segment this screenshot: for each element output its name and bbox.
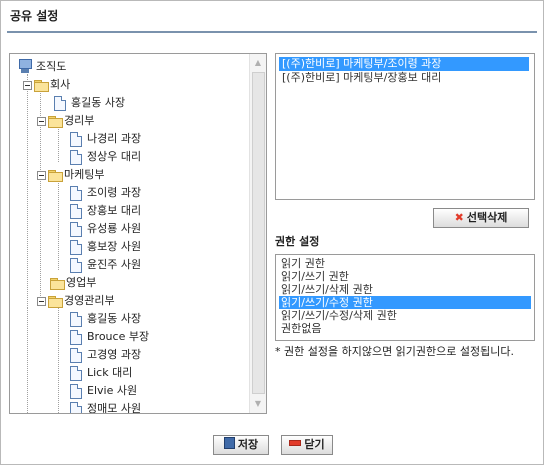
user-page-icon: [54, 96, 66, 111]
tree-line: [58, 306, 59, 413]
collapse-icon[interactable]: [37, 117, 46, 126]
collapse-icon[interactable]: [37, 297, 46, 306]
tree-item-label: 조이령 과장: [87, 186, 142, 199]
permission-option[interactable]: 권한없음: [279, 322, 323, 335]
tree-line: [58, 126, 59, 162]
tree-item-label: 고경영 과장: [87, 348, 142, 361]
permission-note: * 권한 설정을 하지않으면 읽기권한으로 설정됩니다.: [275, 345, 514, 358]
permission-option[interactable]: 읽기 권한: [279, 257, 327, 270]
tree-line: [27, 308, 28, 413]
permission-option[interactable]: 읽기/쓰기 권한: [279, 270, 351, 283]
close-label: 닫기: [304, 438, 325, 451]
user-page-icon: [70, 240, 82, 255]
user-page-icon: [70, 366, 82, 381]
close-minus-icon: [289, 440, 302, 446]
user-page-icon: [70, 150, 82, 165]
org-tree: 조직도 회사 홍길동 사장 경리부 나경리 과장 정상우 대리 마케팅부 조이령…: [10, 54, 248, 413]
scroll-down-icon[interactable]: ▼: [250, 396, 266, 412]
tree-item-label: 마케팅부: [64, 168, 105, 181]
tree-item-label: 홍길동 사장: [87, 312, 142, 325]
folder-icon: [34, 80, 49, 92]
user-page-icon: [70, 348, 82, 363]
tree-item-label: 윤진주 사원: [87, 258, 142, 271]
permission-settings-label: 권한 설정: [275, 235, 320, 248]
page-title: 공유 설정: [10, 9, 59, 23]
permission-option[interactable]: 읽기/쓰기/수정/삭제 권한: [279, 309, 399, 322]
save-label: 저장: [237, 438, 259, 451]
tree-item-label: Elvie 사원: [87, 384, 138, 397]
user-page-icon: [70, 204, 82, 219]
user-page-icon: [70, 258, 82, 273]
tree-item-label: 정매모 사원: [87, 402, 142, 413]
user-page-icon: [70, 330, 82, 345]
tree-root-label: 조직도: [36, 60, 67, 73]
tree-line: [58, 180, 59, 270]
collapse-icon[interactable]: [23, 81, 32, 90]
close-button[interactable]: 닫기: [281, 435, 333, 455]
org-chart-icon: [18, 59, 32, 74]
permission-option[interactable]: 읽기/쓰기/삭제 권한: [279, 283, 375, 296]
tree-item-label: 회사: [50, 78, 71, 91]
tree-item-label: 경리부: [64, 114, 95, 127]
tree-item-label: 장홍보 대리: [87, 204, 142, 217]
folder-icon: [48, 116, 63, 128]
selected-users-list[interactable]: [(주)한비로] 마케팅부/조이령 과장 [(주)한비로] 마케팅부/장홍보 대…: [275, 53, 535, 200]
user-page-icon: [70, 312, 82, 327]
tree-item-label: 홍보장 사원: [87, 240, 142, 253]
tree-item-label: 홍길동 사장: [71, 96, 126, 109]
tree-item-label: Brouce 부장: [87, 330, 150, 343]
permission-listbox[interactable]: 읽기 권한 읽기/쓰기 권한 읽기/쓰기/삭제 권한 읽기/쓰기/수정 권한 읽…: [275, 254, 535, 341]
user-page-icon: [70, 384, 82, 399]
tree-item-label: 정상우 대리: [87, 150, 142, 163]
user-page-icon: [70, 222, 82, 237]
scroll-up-icon[interactable]: ▲: [250, 55, 266, 71]
delete-selected-label: 선택삭제: [466, 211, 508, 224]
share-settings-dialog: 공유 설정 조직도 회사 홍길동 사장 경리부 나경리 과장 정상우 대리 마케…: [0, 0, 544, 465]
org-tree-panel[interactable]: 조직도 회사 홍길동 사장 경리부 나경리 과장 정상우 대리 마케팅부 조이령…: [9, 53, 267, 414]
delete-x-icon: ✖: [454, 211, 464, 224]
save-disk-icon: [223, 437, 235, 449]
tree-item-label: 영업부: [66, 276, 97, 289]
selected-user-item[interactable]: [(주)한비로] 마케팅부/장홍보 대리: [279, 71, 444, 85]
delete-selected-button[interactable]: ✖ 선택삭제: [433, 208, 529, 228]
scrollbar-thumb[interactable]: [252, 72, 265, 394]
folder-icon: [48, 170, 63, 182]
tree-item-label: 경영관리부: [64, 294, 115, 307]
user-page-icon: [70, 186, 82, 201]
save-button[interactable]: 저장: [213, 435, 269, 455]
folder-icon: [48, 296, 63, 308]
tree-item-label: Lick 대리: [87, 366, 133, 379]
tree-scrollbar[interactable]: ▲ ▼: [249, 54, 266, 413]
tree-item-label: 나경리 과장: [87, 132, 142, 145]
folder-icon: [50, 278, 65, 290]
user-page-icon: [70, 402, 82, 413]
permission-option-selected[interactable]: 읽기/쓰기/수정 권한: [279, 296, 531, 309]
tree-item-label: 유성룡 사원: [87, 222, 142, 235]
title-divider: [7, 31, 537, 33]
user-page-icon: [70, 132, 82, 147]
collapse-icon[interactable]: [37, 171, 46, 180]
tree-line: [27, 74, 28, 308]
selected-user-item[interactable]: [(주)한비로] 마케팅부/조이령 과장: [279, 57, 529, 71]
